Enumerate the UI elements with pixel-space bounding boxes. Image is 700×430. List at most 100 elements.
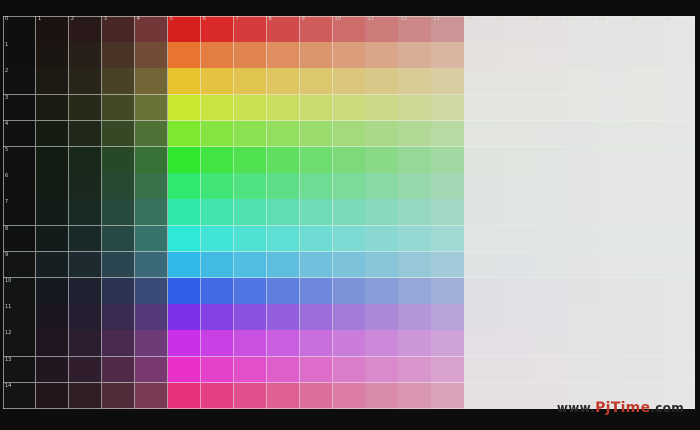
grid-cell — [200, 120, 235, 148]
grid-cell — [530, 199, 564, 227]
grid-cell: 7 — [233, 16, 268, 43]
grid-cell — [299, 94, 333, 122]
grid-cell — [497, 68, 531, 96]
grid-cell — [134, 173, 169, 200]
grid-cell — [35, 94, 70, 122]
grid-cell — [134, 251, 169, 279]
grid-cell: 20 — [662, 16, 696, 43]
grid-cell — [233, 278, 268, 305]
grid-cell: 14 — [3, 382, 37, 410]
row-label: 12 — [5, 330, 12, 337]
grid-cell — [530, 251, 564, 279]
grid-cell — [200, 356, 235, 384]
column-label: 11 — [367, 16, 374, 22]
grid-cell — [35, 147, 70, 174]
grid-cell — [530, 304, 564, 331]
grid-cell — [101, 173, 136, 200]
grid-cell — [431, 199, 465, 227]
grid-cell — [365, 304, 399, 331]
grid-cell — [431, 356, 465, 384]
grid-cell — [332, 304, 366, 331]
grid-cell — [101, 120, 136, 148]
color-grid: 0 1 2 3 4 5 6 7 8 9 10 11 12 13 14 15 16 17 18 19 20 1 2 3 4 5 6 7 8… — [3, 16, 696, 410]
grid-cell — [266, 382, 301, 410]
grid-cell — [530, 330, 564, 358]
grid-cell: 15 — [497, 16, 531, 43]
grid-cell — [530, 173, 564, 200]
column-label: 14 — [466, 16, 473, 22]
grid-cell — [662, 94, 696, 122]
grid-cell — [365, 356, 399, 384]
grid-cell — [35, 199, 70, 227]
grid-cell — [200, 147, 235, 174]
grid-cell — [134, 199, 169, 227]
grid-cell — [662, 356, 696, 384]
grid-cell — [167, 199, 202, 227]
grid-cell: 1 — [3, 42, 37, 69]
row-label: 1 — [5, 42, 9, 49]
grid-cell — [365, 68, 399, 96]
grid-cell — [101, 147, 136, 174]
grid-cell — [200, 304, 235, 331]
grid-cell — [662, 251, 696, 279]
column-label: 20 — [664, 16, 671, 22]
column-label: 9 — [301, 16, 305, 22]
grid-cell: 10 — [3, 278, 37, 305]
grid-cell — [497, 94, 531, 122]
grid-cell — [299, 356, 333, 384]
grid-cell — [134, 120, 169, 148]
grid-cell — [332, 147, 366, 174]
grid-cell — [431, 330, 465, 358]
grid-cell — [563, 278, 597, 305]
grid-top-line — [3, 16, 695, 17]
grid-cell — [398, 356, 432, 384]
grid-cell — [596, 94, 630, 122]
grid-cell — [662, 225, 696, 253]
grid-cell: 19 — [629, 16, 663, 43]
column-label: 12 — [400, 16, 407, 22]
grid-cell — [662, 42, 696, 69]
grid-cell — [431, 278, 465, 305]
grid-cell — [266, 251, 301, 279]
grid-cell — [596, 68, 630, 96]
grid-cell — [167, 94, 202, 122]
grid-cell — [233, 173, 268, 200]
grid-cell — [629, 147, 663, 174]
grid-cell: 10 — [332, 16, 366, 43]
grid-cell — [497, 42, 531, 69]
grid-cell — [563, 120, 597, 148]
grid-cell — [332, 278, 366, 305]
grid-cell — [200, 199, 235, 227]
column-label: 13 — [433, 16, 440, 22]
grid-cell — [464, 382, 498, 410]
grid-cell — [299, 330, 333, 358]
grid-cell — [530, 356, 564, 384]
column-label: 6 — [202, 16, 206, 22]
grid-cell — [497, 356, 531, 384]
grid-cell — [662, 120, 696, 148]
grid-cell — [134, 68, 169, 96]
grid-cell — [134, 304, 169, 331]
grid-cell — [563, 147, 597, 174]
grid-cell — [233, 225, 268, 253]
grid-cell — [68, 94, 103, 122]
grid-cell — [266, 120, 301, 148]
row-label: 4 — [5, 120, 9, 127]
grid-cell — [167, 147, 202, 174]
grid-cell — [464, 278, 498, 305]
grid-cell — [68, 147, 103, 174]
grid-cell — [233, 356, 268, 384]
projected-color-chart: 0 1 2 3 4 5 6 7 8 9 10 11 12 13 14 15 16 17 18 19 20 1 2 3 4 5 6 7 8… — [0, 0, 700, 430]
grid-cell — [233, 304, 268, 331]
grid-cell — [101, 278, 136, 305]
grid-cell — [200, 382, 235, 410]
grid-cell — [596, 147, 630, 174]
grid-cell — [332, 225, 366, 253]
grid-cell: 5 — [3, 147, 37, 174]
grid-cell — [266, 304, 301, 331]
grid-cell: 4 — [134, 16, 169, 43]
column-label: 5 — [169, 16, 173, 22]
grid-cell — [134, 330, 169, 358]
grid-cell — [68, 173, 103, 200]
grid-cell: 1 — [35, 16, 70, 43]
